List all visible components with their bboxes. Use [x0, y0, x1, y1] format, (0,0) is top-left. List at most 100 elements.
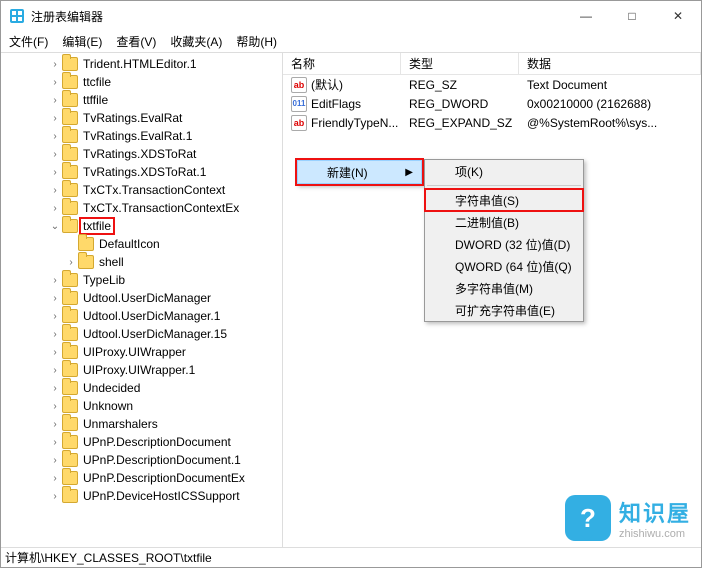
- tree-label: Trident.HTMLEditor.1: [81, 57, 199, 71]
- tree-item[interactable]: › TvRatings.EvalRat.1: [1, 127, 282, 145]
- folder-icon: [62, 417, 78, 431]
- menu-item-key[interactable]: 项(K): [425, 160, 583, 182]
- menu-edit[interactable]: 编辑(E): [62, 33, 102, 50]
- tree-pane[interactable]: ›Trident.HTMLEditor.1›ttcfile›ttffile›Tv…: [1, 53, 283, 547]
- folder-icon: [62, 471, 78, 485]
- tree-item[interactable]: DefaultIcon: [1, 235, 282, 253]
- menu-view[interactable]: 查看(V): [116, 33, 156, 50]
- watermark: ? 知识屋 zhishiwu.com: [565, 495, 691, 541]
- tree-label: Unmarshalers: [81, 417, 160, 431]
- menu-item-expandstring[interactable]: 可扩充字符串值(E): [425, 299, 583, 321]
- expand-icon[interactable]: ›: [49, 77, 61, 88]
- maximize-button[interactable]: □: [609, 1, 655, 31]
- tree-item[interactable]: ›UIProxy.UIWrapper: [1, 343, 282, 361]
- folder-icon: [62, 291, 78, 305]
- context-submenu: 项(K) 字符串值(S) 二进制值(B) DWORD (32 位)值(D) QW…: [424, 159, 584, 322]
- value-data: 0x00210000 (2162688): [519, 97, 701, 111]
- menu-favorites[interactable]: 收藏夹(A): [170, 33, 222, 50]
- folder-icon: [62, 201, 78, 215]
- tree-item[interactable]: ›TxCTx.TransactionContextEx: [1, 199, 282, 217]
- tree-item[interactable]: ›TxCTx.TransactionContext: [1, 181, 282, 199]
- expand-icon[interactable]: ›: [49, 329, 61, 340]
- tree-item[interactable]: ›TvRatings.XDSToRat.1: [1, 163, 282, 181]
- expand-icon[interactable]: ›: [49, 401, 61, 412]
- expand-icon[interactable]: ›: [49, 113, 61, 124]
- tree-item[interactable]: ›UPnP.DescriptionDocumentEx: [1, 469, 282, 487]
- expand-icon[interactable]: ›: [49, 491, 61, 502]
- value-data: @%SystemRoot%\sys...: [519, 116, 701, 130]
- expand-icon[interactable]: ›: [49, 311, 61, 322]
- folder-icon: [62, 165, 78, 179]
- menu-item-dword[interactable]: DWORD (32 位)值(D): [425, 233, 583, 255]
- value-row[interactable]: ab(默认)REG_SZText Document: [283, 75, 701, 94]
- tree-item[interactable]: › Unmarshalers: [1, 415, 282, 433]
- minimize-button[interactable]: —: [563, 1, 609, 31]
- tree-item[interactable]: ⌄txtfile: [1, 217, 282, 235]
- value-type: REG_DWORD: [401, 97, 519, 111]
- tree-label: shell: [97, 255, 126, 269]
- close-button[interactable]: ✕: [655, 1, 701, 31]
- tree-item[interactable]: › TvRatings.EvalRat: [1, 109, 282, 127]
- menu-item-binary[interactable]: 二进制值(B): [425, 211, 583, 233]
- tree-item[interactable]: › Udtool.UserDicManager: [1, 289, 282, 307]
- expand-icon[interactable]: ›: [49, 455, 61, 466]
- tree-item[interactable]: ›ttffile: [1, 91, 282, 109]
- tree-label: UPnP.DescriptionDocument: [81, 435, 233, 449]
- expand-icon[interactable]: ›: [49, 383, 61, 394]
- tree-item[interactable]: ›Undecided: [1, 379, 282, 397]
- tree-item[interactable]: ›TvRatings.XDSToRat: [1, 145, 282, 163]
- menu-item-new[interactable]: 新建(N) ▶: [297, 160, 422, 184]
- tree-item[interactable]: › shell: [1, 253, 282, 271]
- expand-icon[interactable]: ›: [49, 365, 61, 376]
- menu-item-label: 多字符串值(M): [455, 280, 533, 297]
- tree-item[interactable]: ›ttcfile: [1, 73, 282, 91]
- menu-item-qword[interactable]: QWORD (64 位)值(Q): [425, 255, 583, 277]
- menu-help[interactable]: 帮助(H): [236, 33, 277, 50]
- status-path: 计算机\HKEY_CLASSES_ROOT\txtfile: [5, 549, 212, 566]
- expand-icon[interactable]: ›: [49, 185, 61, 196]
- folder-icon: [62, 111, 78, 125]
- tree-item[interactable]: ›Unknown: [1, 397, 282, 415]
- expand-icon[interactable]: ›: [49, 293, 61, 304]
- expand-icon[interactable]: ›: [49, 59, 61, 70]
- col-type[interactable]: 类型: [401, 53, 519, 74]
- tree-item[interactable]: ›Udtool.UserDicManager.15: [1, 325, 282, 343]
- expand-icon[interactable]: ›: [49, 149, 61, 160]
- expand-icon[interactable]: ›: [49, 419, 61, 430]
- expand-icon[interactable]: ›: [49, 275, 61, 286]
- values-pane[interactable]: 名称 类型 数据 ab(默认)REG_SZText Document011Edi…: [283, 53, 701, 547]
- folder-icon: [62, 435, 78, 449]
- expand-icon[interactable]: ›: [65, 257, 77, 268]
- value-name: (默认): [311, 76, 343, 93]
- value-row[interactable]: 011EditFlagsREG_DWORD0x00210000 (2162688…: [283, 94, 701, 113]
- tree-item[interactable]: › Trident.HTMLEditor.1: [1, 55, 282, 73]
- tree-item[interactable]: ›TypeLib: [1, 271, 282, 289]
- tree-label: TvRatings.EvalRat.1: [81, 129, 194, 143]
- expand-icon[interactable]: ›: [49, 167, 61, 178]
- tree-item[interactable]: ›UPnP.DeviceHostICSSupport: [1, 487, 282, 505]
- expand-icon[interactable]: ›: [49, 131, 61, 142]
- col-data[interactable]: 数据: [519, 53, 701, 74]
- menu-file[interactable]: 文件(F): [9, 33, 48, 50]
- value-row[interactable]: abFriendlyTypeN...REG_EXPAND_SZ@%SystemR…: [283, 113, 701, 132]
- value-name: EditFlags: [311, 97, 361, 111]
- string-value-icon: ab: [291, 115, 307, 131]
- value-data: Text Document: [519, 78, 701, 92]
- expand-icon[interactable]: ›: [49, 437, 61, 448]
- expand-icon[interactable]: ›: [49, 347, 61, 358]
- tree-item[interactable]: ›UIProxy.UIWrapper.1: [1, 361, 282, 379]
- col-name[interactable]: 名称: [283, 53, 401, 74]
- folder-icon: [62, 147, 78, 161]
- expand-icon[interactable]: ›: [49, 95, 61, 106]
- collapse-icon[interactable]: ⌄: [49, 221, 61, 232]
- expand-icon[interactable]: ›: [49, 473, 61, 484]
- expand-icon[interactable]: ›: [49, 203, 61, 214]
- menu-item-multistring[interactable]: 多字符串值(M): [425, 277, 583, 299]
- tree-item[interactable]: ›UPnP.DescriptionDocument.1: [1, 451, 282, 469]
- menu-item-string[interactable]: 字符串值(S): [425, 189, 583, 211]
- string-value-icon: ab: [291, 77, 307, 93]
- tree-label: TvRatings.EvalRat: [81, 111, 184, 125]
- tree-label: Udtool.UserDicManager: [81, 291, 213, 305]
- tree-item[interactable]: › UPnP.DescriptionDocument: [1, 433, 282, 451]
- tree-item[interactable]: ›Udtool.UserDicManager.1: [1, 307, 282, 325]
